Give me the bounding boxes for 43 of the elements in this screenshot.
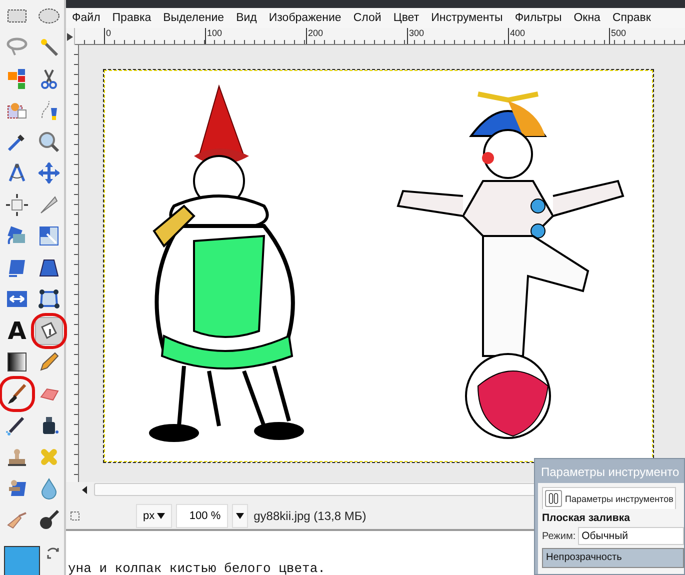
caret-icon xyxy=(236,513,244,519)
gradient-icon xyxy=(5,350,29,374)
zoom-field[interactable]: 100 % xyxy=(176,504,228,528)
cage-icon xyxy=(37,287,61,312)
menu-item[interactable]: Файл xyxy=(72,12,100,24)
tool-button[interactable]: A xyxy=(3,317,31,344)
menu-item[interactable]: Справк xyxy=(612,12,651,24)
menu-item[interactable]: Фильтры xyxy=(514,12,562,24)
text-tool-icon: A xyxy=(8,318,26,343)
menu-item[interactable]: Окна xyxy=(574,12,600,24)
swap-arrows-icon[interactable] xyxy=(46,546,60,560)
horizontal-scrollbar[interactable] xyxy=(94,483,536,496)
move-icon xyxy=(37,161,61,186)
scale-icon xyxy=(37,224,61,248)
magnifier-icon xyxy=(37,130,61,154)
dialog-title: Параметры инструменто xyxy=(540,464,680,481)
horizontal-ruler: 0 100 200 300 400 500 xyxy=(75,28,685,45)
menu-arrow-icon[interactable] xyxy=(66,32,74,40)
dodge-icon xyxy=(37,508,61,532)
menu-item[interactable]: Вид xyxy=(236,12,257,24)
menu-item[interactable]: Выделение xyxy=(163,12,224,24)
mode-label: Режим: xyxy=(542,530,576,542)
tool-name: Плоская заливка xyxy=(542,512,631,524)
tool-options-icon xyxy=(545,490,562,507)
mode-dropdown[interactable]: Обычный xyxy=(578,527,684,545)
menu-item[interactable]: Инструменты xyxy=(431,12,503,24)
menu-item[interactable]: Изображение xyxy=(268,12,342,24)
zoom-dropdown-button[interactable] xyxy=(232,504,248,528)
file-info: gy88kii.jpg (13,8 МБ) xyxy=(252,509,366,523)
menu-item[interactable]: Цвет xyxy=(393,12,420,24)
scroll-left-arrow-icon[interactable] xyxy=(80,484,90,494)
paintbrush-icon xyxy=(5,382,29,406)
caret-icon xyxy=(156,513,165,519)
document-text: уна и колпак кистью белого цвета. xyxy=(68,560,326,575)
align-icon xyxy=(5,192,29,217)
menu-item[interactable]: Слой xyxy=(353,12,382,24)
tool-options-tab[interactable]: Параметры инструментов xyxy=(542,487,676,509)
quick-mask-icon[interactable] xyxy=(70,511,80,521)
foreground-color-swatch[interactable] xyxy=(4,546,40,575)
menu-item[interactable]: Правка xyxy=(112,12,152,24)
unit-dropdown[interactable]: px xyxy=(136,504,172,528)
opacity-slider[interactable]: Непрозрачность xyxy=(542,548,684,568)
tool-button[interactable] xyxy=(3,191,31,218)
